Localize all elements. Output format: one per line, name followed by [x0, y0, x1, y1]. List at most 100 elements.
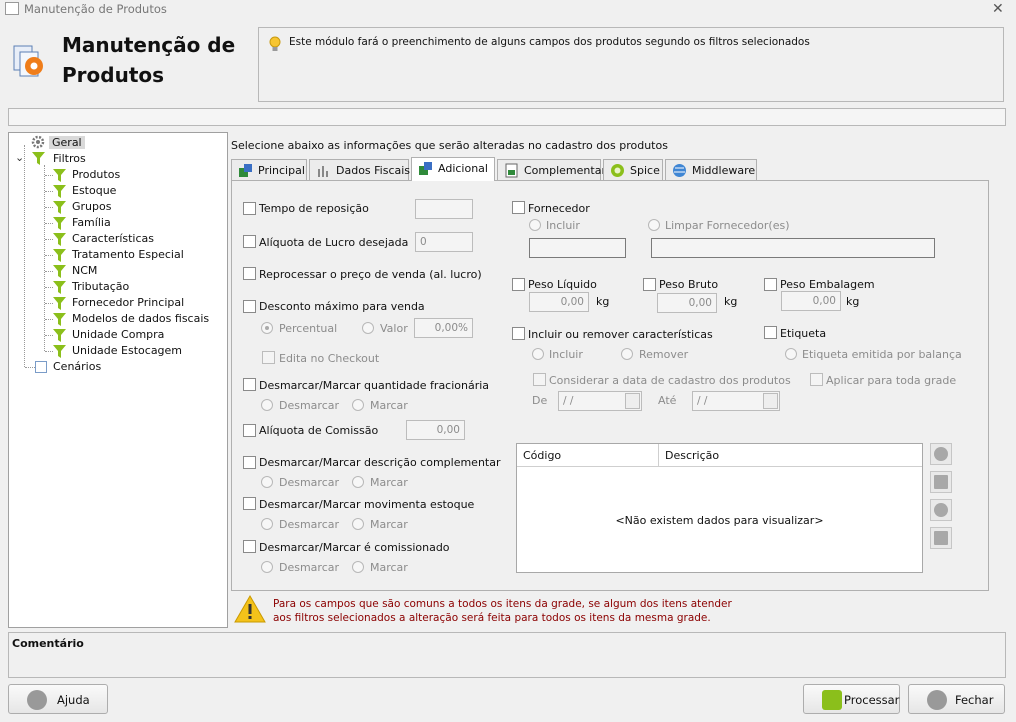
column-header-codigo[interactable]: Código [517, 444, 659, 467]
etiqueta-checkbox[interactable] [764, 326, 777, 339]
column-header-descricao[interactable]: Descrição [659, 444, 922, 467]
aliquota-lucro-input[interactable]: 0 [415, 232, 473, 252]
qtd-fracionaria-checkbox[interactable] [243, 378, 256, 391]
reprocessar-checkbox[interactable] [243, 267, 256, 280]
peso-embalagem-checkbox[interactable] [764, 278, 777, 291]
comissionado-marcar-radio[interactable] [352, 561, 364, 573]
add-row-button[interactable] [930, 443, 952, 465]
tree-item-filter[interactable]: Família [72, 216, 111, 229]
comment-box[interactable]: Comentário [8, 632, 1006, 678]
estoque-desmarcar-radio[interactable] [261, 518, 273, 530]
tree-item-filter[interactable]: Modelos de dados fiscais [72, 312, 209, 325]
characteristics-grid[interactable]: Código Descrição <Não existem dados para… [516, 443, 923, 573]
product-box-icon [239, 164, 252, 177]
warning-icon [234, 595, 266, 623]
tab-middleware[interactable]: Middleware [665, 159, 757, 181]
process-label: Processar [844, 693, 900, 707]
remove-row-button[interactable] [930, 499, 952, 521]
aliquota-comissao-input[interactable]: 0,00 [406, 420, 465, 440]
de-label: De [532, 394, 548, 407]
tree-item-cenarios[interactable]: Cenários [53, 360, 101, 373]
close-window-icon[interactable]: ✕ [992, 1, 1004, 17]
tempo-reposicao-input[interactable] [415, 199, 473, 219]
tab-dados-fiscais[interactable]: Dados Fiscais [309, 159, 410, 181]
help-button[interactable]: Ajuda [8, 684, 108, 714]
considerar-data-checkbox[interactable] [533, 373, 546, 386]
fornecedor-name-input[interactable] [651, 238, 935, 258]
skip-back-icon [934, 475, 948, 489]
descricao-desmarcar-radio[interactable] [261, 476, 273, 488]
edita-checkout-checkbox[interactable] [262, 351, 275, 364]
tab-adicional[interactable]: Adicional [411, 157, 495, 181]
tree-item-filter[interactable]: Estoque [72, 184, 116, 197]
first-row-button[interactable] [930, 471, 952, 493]
fornecedor-checkbox[interactable] [512, 201, 525, 214]
caracteristicas-incluir-radio[interactable] [532, 348, 544, 360]
filter-funnel-icon [53, 281, 66, 294]
edita-checkout-label: Edita no Checkout [279, 352, 380, 365]
incluir-label: Incluir [546, 219, 580, 232]
tree-item-filter[interactable]: Tratamento Especial [72, 248, 184, 261]
tab-label: Complementar [524, 164, 606, 177]
calendar-icon[interactable] [625, 393, 640, 409]
descricao-marcar-radio[interactable] [352, 476, 364, 488]
comissionado-checkbox[interactable] [243, 540, 256, 553]
calendar-icon[interactable] [763, 393, 778, 409]
tree-item-filter[interactable]: Grupos [72, 200, 111, 213]
tree-item-filter[interactable]: Características [72, 232, 154, 245]
aplicar-grade-checkbox[interactable] [810, 373, 823, 386]
fracionaria-desmarcar-radio[interactable] [261, 399, 273, 411]
fornecedor-code-input[interactable] [529, 238, 626, 258]
peso-liquido-input[interactable]: 0,00 [529, 292, 589, 312]
process-button[interactable]: Processar [803, 684, 900, 714]
tree-item-filter[interactable]: NCM [72, 264, 97, 277]
tree-line [45, 271, 53, 272]
peso-liquido-checkbox[interactable] [512, 278, 525, 291]
page-title-line1: Manutenção de [62, 33, 236, 57]
date-from-input[interactable]: / / [558, 391, 642, 411]
limpar-fornecedores-radio[interactable] [648, 219, 660, 231]
desconto-checkbox[interactable] [243, 300, 256, 313]
comment-label: Comentário [12, 637, 84, 650]
tempo-reposicao-checkbox[interactable] [243, 202, 256, 215]
tree-item-filter[interactable]: Unidade Compra [72, 328, 164, 341]
expand-chevron-icon[interactable]: ⌄ [15, 151, 24, 164]
movimenta-estoque-checkbox[interactable] [243, 497, 256, 510]
tab-principal[interactable]: Principal [231, 159, 307, 181]
tree-item-filter[interactable]: Tributação [72, 280, 129, 293]
aliquota-comissao-checkbox[interactable] [243, 424, 256, 437]
fornecedor-incluir-radio[interactable] [529, 219, 541, 231]
tree-line [45, 239, 53, 240]
percentual-radio[interactable] [261, 322, 273, 334]
etiqueta-balanca-radio[interactable] [785, 348, 797, 360]
tree-item-geral[interactable]: Geral [49, 136, 85, 149]
filter-tree[interactable]: Geral ⌄ Filtros Cenários Produtos Estoque… [8, 132, 228, 628]
peso-embalagem-input[interactable]: 0,00 [781, 291, 841, 311]
tab-complementar[interactable]: Complementar [497, 159, 606, 181]
tree-line [45, 223, 53, 224]
tree-item-filter[interactable]: Fornecedor Principal [72, 296, 184, 309]
caracteristicas-remover-radio[interactable] [621, 348, 633, 360]
valor-radio[interactable] [362, 322, 374, 334]
descricao-complementar-checkbox[interactable] [243, 456, 256, 469]
tab-spice[interactable]: Spice [603, 159, 663, 181]
fracionaria-marcar-radio[interactable] [352, 399, 364, 411]
tree-item-filter[interactable]: Produtos [72, 168, 120, 181]
desmarcar-label: Desmarcar [279, 561, 340, 574]
comissionado-desmarcar-radio[interactable] [261, 561, 273, 573]
peso-bruto-input[interactable]: 0,00 [657, 293, 717, 313]
lightbulb-icon [269, 36, 281, 51]
last-row-button[interactable] [930, 527, 952, 549]
close-button[interactable]: Fechar [908, 684, 1005, 714]
filter-funnel-icon [53, 265, 66, 278]
caracteristicas-checkbox[interactable] [512, 327, 525, 340]
aliquota-lucro-checkbox[interactable] [243, 235, 256, 248]
desconto-input[interactable]: 0,00% [414, 318, 473, 338]
exit-icon [927, 690, 947, 710]
estoque-marcar-radio[interactable] [352, 518, 364, 530]
tree-item-filtros[interactable]: Filtros [53, 152, 86, 165]
tree-item-filter[interactable]: Unidade Estocagem [72, 344, 182, 357]
date-to-input[interactable]: / / [692, 391, 780, 411]
kg-label: kg [846, 295, 860, 308]
peso-bruto-checkbox[interactable] [643, 278, 656, 291]
